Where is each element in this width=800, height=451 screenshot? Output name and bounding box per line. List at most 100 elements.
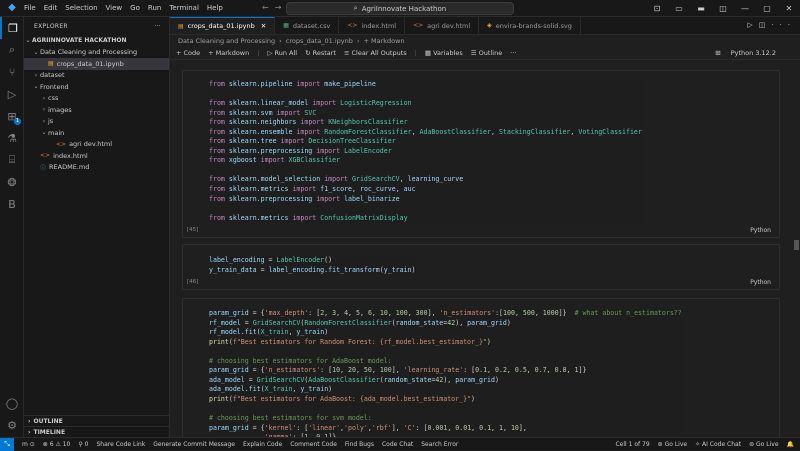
scrollbar-thumb[interactable]: [794, 240, 799, 250]
variables-button[interactable]: ▦ Variables: [425, 49, 463, 57]
extensions-icon[interactable]: ⊞ 1: [0, 105, 24, 127]
breadcrumb-section[interactable]: + Markdown: [363, 37, 404, 45]
tree-item[interactable]: › dataset: [24, 70, 169, 82]
nav-arrows[interactable]: ←→: [262, 3, 287, 12]
workspace-root[interactable]: ⌄ AGRIINNOVATE HACKATHON: [24, 35, 169, 47]
remote-indicator-icon[interactable]: ⤡: [0, 437, 14, 451]
tab-2[interactable]: <> index.html: [339, 17, 406, 34]
tab-3[interactable]: <> agri dev.html: [405, 17, 480, 34]
menu-item-edit[interactable]: Edit: [44, 4, 58, 12]
cell-language[interactable]: Python: [750, 227, 771, 234]
testing-icon[interactable]: ⚗: [0, 127, 24, 149]
explorer-header: EXPLORER ···: [34, 22, 161, 30]
chevron-right-icon: ›: [34, 71, 38, 79]
blackbox-icon[interactable]: B: [0, 193, 24, 215]
minimize-button[interactable]: —: [734, 4, 756, 13]
tree-item[interactable]: ⓘ README.md: [24, 162, 169, 174]
copilot-chat-icon[interactable]: ❂: [0, 171, 24, 193]
more-button[interactable]: ···: [510, 49, 516, 57]
remote-icon[interactable]: ⌸: [0, 149, 24, 171]
cell-position[interactable]: Cell 1 of 79: [615, 441, 649, 448]
tree-item[interactable]: ⌄ Data Cleaning and Processing: [24, 47, 169, 59]
tree-item[interactable]: ⌄ Frontend: [24, 81, 169, 93]
add-code-button[interactable]: + Code: [176, 49, 200, 57]
cell-language[interactable]: Python: [750, 279, 771, 286]
restart-button[interactable]: ↻ Restart: [305, 49, 336, 57]
tab-0[interactable]: ▤ crops_data_01.ipynb ✕: [170, 17, 276, 34]
explorer-sidebar: EXPLORER ··· ⌄ AGRIINNOVATE HACKATHON ⌄ Dat…: [24, 17, 170, 437]
close-button[interactable]: ✕: [778, 4, 800, 13]
layout-icon[interactable]: ▭: [668, 4, 690, 13]
clear-outputs-button[interactable]: ≡ Clear All Outputs: [344, 49, 407, 57]
more-actions-icon[interactable]: ···: [154, 23, 161, 30]
tree-item[interactable]: <> index.html: [24, 150, 169, 162]
cell-code[interactable]: param_grid = {'max_depth': [2, 3, 4, 5, …: [209, 309, 682, 437]
run-debug-icon[interactable]: ▷: [0, 83, 24, 105]
go-live-button-2[interactable]: ⊚ Go Live: [749, 441, 778, 448]
window-title: AgriInnovate Hackathon: [361, 4, 447, 13]
editor-scrollbar[interactable]: [792, 60, 800, 437]
kernel-icon: ⊞: [715, 48, 723, 57]
account-icon[interactable]: ◯: [0, 392, 24, 414]
tab-label: index.html: [361, 21, 397, 30]
problems-status[interactable]: ⊗ 6 ⚠ 10: [43, 441, 71, 448]
menu-item-run[interactable]: Run: [148, 4, 161, 12]
code-cell[interactable]: param_grid = {'max_depth': [2, 3, 4, 5, …: [182, 298, 780, 437]
tab-label: envira-brands-solid.svg: [495, 21, 572, 30]
menu-item-go[interactable]: Go: [130, 4, 140, 12]
run-all-button[interactable]: ▷ Run All: [267, 49, 297, 57]
tree-item[interactable]: › images: [24, 104, 169, 116]
go-live-button[interactable]: ⊚ Go Live: [658, 441, 687, 448]
settings-gear-icon[interactable]: ⚙: [0, 414, 24, 436]
code-chat[interactable]: Code Chat: [382, 441, 413, 448]
split-icon[interactable]: ◫: [712, 4, 734, 13]
chevron-down-icon: ⌄: [41, 129, 47, 137]
tab-4[interactable]: ◈ envira-brands-solid.svg: [479, 17, 581, 34]
explorer-icon[interactable]: ❐: [0, 17, 24, 39]
tab-1[interactable]: ▦ dataset.csv: [275, 17, 340, 34]
close-icon[interactable]: ✕: [261, 22, 266, 30]
ai-code-chat[interactable]: ✧ AI Code Chat: [695, 441, 741, 448]
menu-item-help[interactable]: Help: [207, 4, 223, 12]
breadcrumb-folder[interactable]: Data Cleaning and Processing: [178, 37, 275, 45]
cell-code[interactable]: from sklearn.pipeline import make_pipeli…: [209, 80, 642, 224]
tree-item[interactable]: › css: [24, 93, 169, 105]
code-cell[interactable]: label_encoding = LabelEncoder() y_train_…: [182, 244, 780, 290]
search-icon[interactable]: ⌕: [0, 39, 24, 61]
tree-item[interactable]: ⌄ main: [24, 127, 169, 139]
cell-code[interactable]: label_encoding = LabelEncoder() y_train_…: [209, 256, 416, 276]
notifications-bell-icon[interactable]: 🔔: [787, 441, 794, 448]
file-icon: <>: [56, 140, 67, 148]
search-error[interactable]: Search Error: [421, 441, 458, 448]
kernel-selector[interactable]: ⊞ Python 3.12.2: [715, 49, 784, 57]
menu-item-selection[interactable]: Selection: [65, 4, 97, 12]
execution-count: [46]: [187, 279, 199, 285]
comment-code[interactable]: Comment Code: [290, 441, 337, 448]
explain-code[interactable]: Explain Code: [243, 441, 282, 448]
menu-item-file[interactable]: File: [24, 4, 36, 12]
menu-item-view[interactable]: View: [106, 4, 123, 12]
generate-commit-message[interactable]: Generate Commit Message: [153, 441, 235, 448]
command-center-search[interactable]: ⌕ AgriInnovate Hackathon: [286, 2, 514, 15]
tree-item-label: crops_data_01.ipynb: [56, 59, 124, 68]
branch-status[interactable]: m ⊙: [22, 441, 35, 448]
tree-item[interactable]: › js: [24, 116, 169, 128]
tree-item[interactable]: ▤ crops_data_01.ipynb: [24, 58, 169, 70]
outline-button[interactable]: ☰ Outline: [471, 49, 502, 57]
breadcrumb-file[interactable]: crops_data_01.ipynb: [286, 37, 353, 45]
panel-icon[interactable]: ▬: [690, 4, 712, 13]
outline-section[interactable]: › OUTLINE: [24, 415, 170, 426]
ports-status[interactable]: ⚲ 0: [78, 441, 88, 448]
tree-item[interactable]: <> agri dev.html: [24, 139, 169, 151]
editor-actions[interactable]: ▷◫···: [747, 21, 796, 29]
find-bugs[interactable]: Find Bugs: [345, 441, 374, 448]
copilot-icon[interactable]: ⊡: [646, 4, 668, 13]
chevron-right-icon: ›: [42, 106, 46, 114]
timeline-section[interactable]: › TIMELINE: [24, 426, 170, 437]
maximize-button[interactable]: ▢: [756, 4, 778, 13]
code-cell[interactable]: from sklearn.pipeline import make_pipeli…: [182, 70, 780, 238]
add-markdown-button[interactable]: + Markdown: [208, 49, 249, 57]
source-control-icon[interactable]: ⑂: [0, 61, 24, 83]
share-code-link[interactable]: Share Code Link: [97, 441, 146, 448]
menu-item-terminal[interactable]: Terminal: [169, 4, 199, 12]
